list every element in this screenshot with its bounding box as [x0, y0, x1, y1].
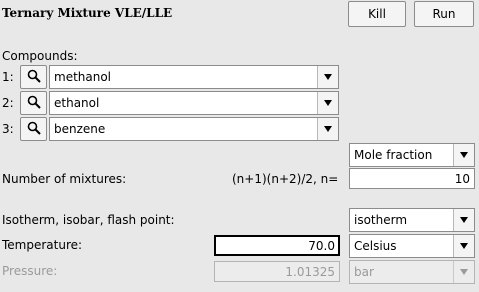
chevron-down-icon[interactable]: [317, 118, 338, 140]
compound-3-search-button[interactable]: [20, 117, 47, 141]
compound-3-value: benzene: [54, 122, 106, 136]
compound-2-search-button[interactable]: [20, 91, 47, 115]
search-icon: [27, 95, 41, 112]
pressure-unit-value: bar: [354, 265, 374, 279]
chevron-down-icon[interactable]: [453, 235, 474, 257]
window-title: Ternary Mixture VLE/LLE: [2, 6, 173, 20]
chevron-down-icon[interactable]: [453, 144, 474, 166]
compound-1-select[interactable]: methanol: [49, 65, 339, 89]
compound-3-select[interactable]: benzene: [49, 117, 339, 141]
composition-unit-value: Mole fraction: [354, 148, 433, 162]
chevron-down-icon[interactable]: [317, 66, 338, 88]
compound-2-value: ethanol: [54, 96, 100, 110]
chevron-down-icon[interactable]: [453, 209, 474, 231]
temperature-unit-value: Celsius: [354, 239, 397, 253]
compound-1-value: methanol: [54, 70, 112, 84]
chevron-down-icon[interactable]: [453, 261, 474, 283]
compound-2-select[interactable]: ethanol: [49, 91, 339, 115]
mode-select[interactable]: isotherm: [349, 208, 475, 232]
search-icon: [27, 69, 41, 86]
temperature-label: Temperature:: [2, 238, 83, 252]
pressure-unit-select[interactable]: bar: [349, 260, 475, 284]
mixtures-formula: (n+1)(n+2)/2, n=: [232, 172, 339, 186]
compound-2-index: 2:: [2, 96, 14, 110]
run-button[interactable]: Run: [414, 1, 474, 27]
compounds-label: Compounds:: [2, 49, 78, 63]
pressure-input[interactable]: 1.01325: [214, 261, 340, 282]
search-icon: [27, 121, 41, 138]
mixtures-n-input[interactable]: 10: [349, 168, 475, 189]
compound-3-index: 3:: [2, 122, 14, 136]
mode-value: isotherm: [354, 213, 408, 227]
composition-unit-select[interactable]: Mole fraction: [349, 143, 475, 167]
mixtures-label: Number of mixtures:: [2, 172, 127, 186]
kill-button[interactable]: Kill: [348, 1, 406, 27]
temperature-unit-select[interactable]: Celsius: [349, 234, 475, 258]
temperature-input[interactable]: 70.0: [214, 235, 340, 256]
pressure-label: Pressure:: [2, 264, 58, 278]
mode-label: Isotherm, isobar, flash point:: [2, 213, 175, 227]
compound-1-search-button[interactable]: [20, 65, 47, 89]
compound-1-index: 1:: [2, 70, 14, 84]
chevron-down-icon[interactable]: [317, 92, 338, 114]
